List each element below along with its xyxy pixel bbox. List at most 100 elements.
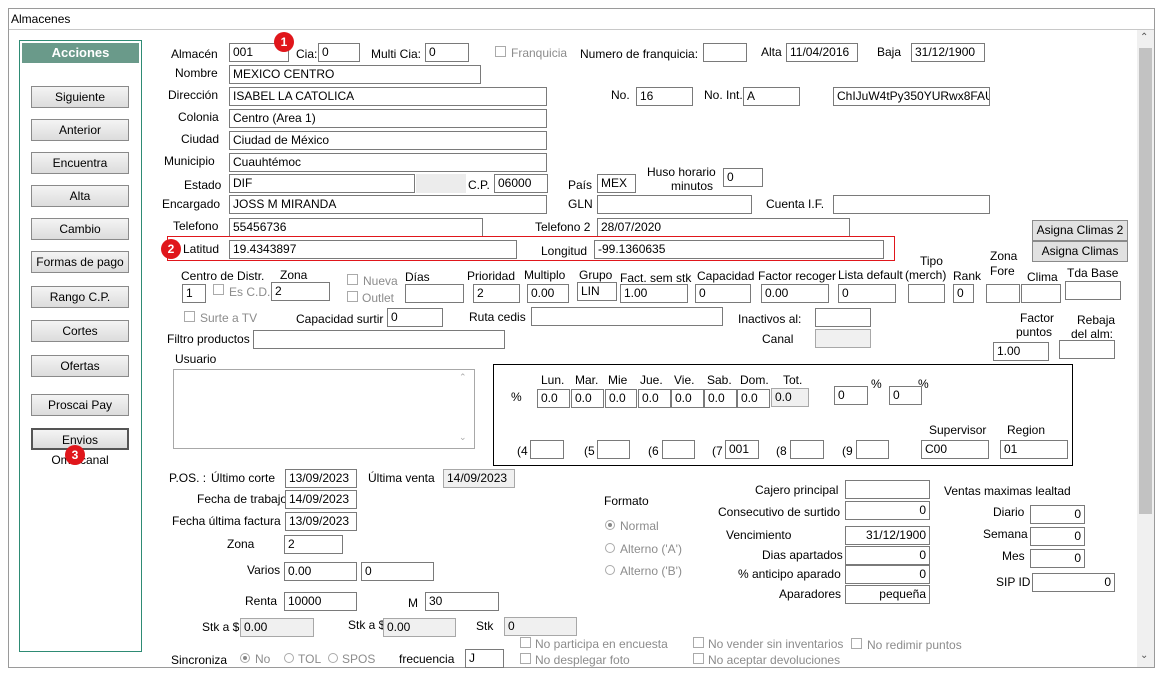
pais-field[interactable]: MEX: [597, 174, 636, 193]
tipo-field[interactable]: [908, 284, 945, 303]
day-field-sab[interactable]: 0.0: [704, 389, 737, 408]
scroll-down-icon[interactable]: ⌄: [1140, 650, 1148, 661]
fecha-trabajo-field[interactable]: 14/09/2023: [285, 490, 357, 509]
canal-field[interactable]: [815, 329, 871, 348]
municipio-field[interactable]: Cuauhtémoc: [229, 153, 547, 172]
colonia-field[interactable]: Centro (Area 1): [229, 109, 547, 128]
factor-puntos-field[interactable]: 1.00: [993, 342, 1049, 361]
fact-sem-field[interactable]: 1.00: [620, 284, 688, 303]
day-field-mar[interactable]: 0.0: [571, 389, 604, 408]
varios-field-2[interactable]: 0: [361, 562, 434, 581]
dias-field[interactable]: [405, 284, 464, 303]
no-desplegar-checkbox[interactable]: [520, 653, 531, 664]
diario-field[interactable]: 0: [1030, 505, 1085, 524]
clima-field[interactable]: [1021, 284, 1061, 303]
factor-recoger-field[interactable]: 0.00: [761, 284, 829, 303]
encargado-field[interactable]: JOSS M MIRANDA: [229, 195, 547, 214]
usuario-textarea[interactable]: ⌃ ⌄: [173, 369, 475, 449]
formato-alterno-a-radio[interactable]: [605, 543, 615, 553]
capacidad-surtir-field[interactable]: 0: [387, 308, 443, 327]
cambio-button[interactable]: Cambio: [31, 218, 129, 240]
sync-no-radio[interactable]: [240, 653, 250, 663]
no-vender-checkbox[interactable]: [693, 637, 704, 648]
formato-normal-radio[interactable]: [605, 520, 615, 530]
nombre-field[interactable]: MEXICO CENTRO: [229, 65, 481, 84]
cp-field[interactable]: 06000: [494, 174, 548, 193]
asigna-climas-2-button[interactable]: Asigna Climas 2: [1032, 220, 1128, 241]
semana-field[interactable]: 0: [1030, 527, 1085, 546]
proscai-pay-button[interactable]: Proscai Pay: [31, 394, 129, 416]
day-field-lun[interactable]: 0.0: [537, 389, 570, 408]
zona-dist-field[interactable]: 2: [271, 282, 330, 301]
varios-field-1[interactable]: 0.00: [284, 562, 357, 581]
slot-field-7[interactable]: 001: [725, 440, 759, 459]
slot-field-5[interactable]: [597, 440, 630, 459]
consecutivo-field[interactable]: 0: [845, 501, 930, 520]
sync-spos-radio[interactable]: [328, 653, 338, 663]
cia-field[interactable]: 0: [318, 43, 360, 62]
aparadores-field[interactable]: pequeña: [845, 585, 930, 604]
vencimiento-field[interactable]: 31/12/1900: [845, 526, 930, 545]
rebaja-field[interactable]: [1059, 340, 1115, 359]
day-field-mie[interactable]: 0.0: [605, 389, 637, 408]
longitud-field[interactable]: -99.1360635: [594, 240, 884, 259]
filtro-field[interactable]: [253, 330, 505, 349]
day-field-vie[interactable]: 0.0: [671, 389, 704, 408]
cortes-button[interactable]: Cortes: [31, 320, 129, 342]
no-redimir-checkbox[interactable]: [851, 638, 862, 649]
anterior-button[interactable]: Anterior: [31, 119, 129, 141]
region-field[interactable]: 01: [1000, 440, 1068, 459]
ruta-cedis-field[interactable]: [531, 307, 723, 326]
textarea-up-icon[interactable]: ⌃: [459, 372, 467, 383]
siguiente-button[interactable]: Siguiente: [31, 86, 129, 108]
no-participa-checkbox[interactable]: [520, 637, 531, 648]
slot-field-9[interactable]: [856, 440, 889, 459]
franquicia-checkbox[interactable]: [495, 46, 506, 57]
huso-field[interactable]: 0: [723, 168, 763, 187]
slot-field-6[interactable]: [662, 440, 695, 459]
frecuencia-field[interactable]: J: [465, 649, 504, 668]
slot-field-4[interactable]: [530, 440, 564, 459]
scroll-up-icon[interactable]: ⌃: [1140, 32, 1148, 43]
multiplo-field[interactable]: 0.00: [527, 284, 569, 303]
lista-default-field[interactable]: 0: [838, 284, 896, 303]
no-aceptar-checkbox[interactable]: [693, 653, 704, 664]
no-int-field[interactable]: A: [743, 87, 800, 106]
grupo-field[interactable]: LIN: [577, 282, 617, 301]
gln-field[interactable]: [597, 195, 752, 214]
prioridad-field[interactable]: 2: [473, 284, 520, 303]
asigna-climas-button[interactable]: Asigna Climas: [1032, 241, 1128, 262]
tda-base-field[interactable]: [1065, 281, 1121, 300]
sip-field[interactable]: 0: [1032, 573, 1115, 592]
anticipo-field[interactable]: 0: [845, 565, 930, 584]
day-field-jue[interactable]: 0.0: [638, 389, 671, 408]
multi-cia-field[interactable]: 0: [425, 43, 469, 62]
encuentra-button[interactable]: Encuentra: [31, 152, 129, 174]
dias-apartados-field[interactable]: 0: [845, 546, 930, 565]
estado-field[interactable]: DIF: [229, 174, 415, 193]
surte-tv-checkbox[interactable]: [184, 311, 195, 322]
telefono2-field[interactable]: 28/07/2020: [597, 218, 850, 237]
escd-checkbox[interactable]: [213, 284, 224, 295]
alta-field[interactable]: 11/04/2016: [786, 43, 858, 62]
day-field-dom[interactable]: 0.0: [737, 389, 770, 408]
supervisor-field[interactable]: C00: [921, 440, 989, 459]
mes-field[interactable]: 0: [1030, 549, 1085, 568]
slot-field-8[interactable]: [790, 440, 824, 459]
nueva-checkbox[interactable]: [347, 274, 358, 285]
no-field[interactable]: 16: [636, 87, 693, 106]
fecha-ultima-factura-field[interactable]: 13/09/2023: [285, 512, 357, 531]
textarea-down-icon[interactable]: ⌄: [459, 432, 467, 443]
formas-de-pago-button[interactable]: Formas de pago: [31, 251, 129, 273]
outlet-checkbox[interactable]: [347, 291, 358, 302]
centro-field[interactable]: 1: [182, 284, 206, 303]
inactivos-field[interactable]: [815, 308, 871, 327]
ultimo-corte-field[interactable]: 13/09/2023: [285, 469, 357, 488]
latitud-field[interactable]: 19.4343897: [229, 240, 517, 259]
rango-cp-button[interactable]: Rango C.P.: [31, 286, 129, 308]
m-field[interactable]: 30: [425, 592, 499, 611]
rank-field[interactable]: 0: [953, 284, 974, 303]
ofertas-button[interactable]: Ofertas: [31, 355, 129, 377]
vertical-scrollbar[interactable]: ⌃ ⌄: [1137, 30, 1154, 667]
baja-field[interactable]: 31/12/1900: [911, 43, 985, 62]
